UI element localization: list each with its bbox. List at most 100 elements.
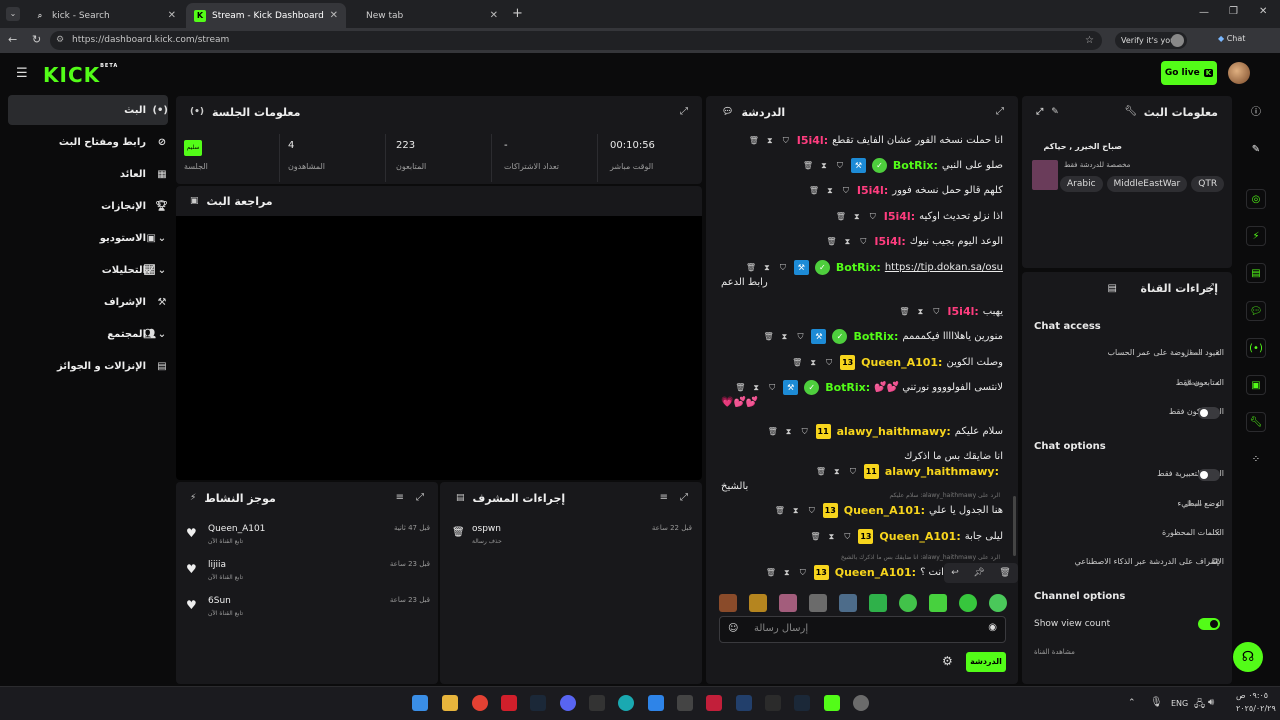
emote-7[interactable] (899, 594, 917, 612)
sidebar-item-analytics[interactable]: ⌄ التحليلات 📈︎ (8, 255, 168, 285)
emote-10[interactable] (989, 594, 1007, 612)
start-icon[interactable] (412, 695, 428, 711)
maximize-icon[interactable]: ❐ (1229, 6, 1238, 17)
timeout-icon[interactable]: ⧗ (826, 529, 836, 544)
sidebar-item-achievements[interactable]: 🏆︎ الإنجازات (8, 191, 168, 221)
tab-kick-dashboard[interactable]: K Stream - Kick Dashboard ✕ (186, 3, 346, 28)
edit-icon[interactable]: ✎ (1246, 140, 1266, 160)
edge-icon[interactable] (618, 695, 634, 711)
chat-scrollbar[interactable] (1013, 496, 1016, 556)
sidebar-item-stream-key[interactable]: ⊘ رابط ومفتاح البث (8, 127, 168, 157)
shield-icon[interactable]: ⛉ (807, 503, 817, 518)
timeout-icon[interactable]: ⧗ (779, 329, 789, 344)
close-icon[interactable]: ✕ (330, 10, 338, 21)
shield-icon[interactable]: ⛉ (767, 380, 777, 395)
chat-username[interactable]: Queen_A101: (879, 529, 960, 544)
chat-username[interactable]: I5i4l: (857, 183, 888, 198)
network-icon[interactable]: 🖧︎ (1194, 697, 1205, 714)
app-icon[interactable] (677, 695, 693, 711)
volume-icon[interactable]: 🔊︎ (1208, 697, 1214, 708)
delete-icon[interactable]: 🗑︎ (810, 529, 820, 544)
site-info-icon[interactable]: ⚙ (56, 31, 64, 50)
edit-pencil-icon[interactable]: ✎ (1051, 107, 1059, 117)
filter-icon[interactable]: ≡ (660, 492, 668, 503)
sidebar-item-stream[interactable]: (•) البث (8, 95, 168, 125)
delete-icon[interactable]: 🗑︎ (749, 133, 759, 148)
filter-icon[interactable]: ≡ (396, 492, 404, 503)
shield-icon[interactable]: ⛉ (800, 424, 810, 439)
chat-message[interactable]: https://tip.dokan.sa/osu 🗑︎ ⧗ ⛉ ⚒ ✓ BotRix: راب… (721, 260, 1003, 290)
go-live-button[interactable]: Go live K (1161, 61, 1217, 85)
app-f-icon[interactable] (648, 695, 664, 711)
chat-settings-gear-icon[interactable]: ⚙ (942, 654, 953, 668)
timeout-icon[interactable]: ⧗ (782, 565, 792, 580)
chat-username[interactable]: BotRix: (853, 329, 898, 344)
reply-icon[interactable]: ↩ (951, 568, 959, 578)
chat-username[interactable]: I5i4l: (874, 234, 905, 249)
emote-8[interactable] (929, 594, 947, 612)
expand-icon[interactable]: ⤢ (680, 492, 688, 503)
emote-2[interactable] (749, 594, 767, 612)
mic-icon[interactable]: 🎙︎ (1150, 697, 1163, 708)
chat-message[interactable]: انا حملت نسخه الفور عشان الفايف تقطع 🗑︎ ⧗ ⛉… (721, 133, 1003, 148)
kick-logo[interactable]: KICKBETA (43, 63, 118, 87)
delete-icon[interactable]: 🗑︎ (999, 568, 1010, 578)
reload-icon[interactable]: ↻ (32, 33, 41, 46)
expand-icon[interactable]: ⤢ (416, 492, 424, 503)
close-icon[interactable]: ✕ (168, 10, 176, 21)
emote-6[interactable] (869, 594, 887, 612)
hamburger-menu-icon[interactable]: ☰ (16, 66, 28, 81)
chat-message[interactable]: منورين ياهلااااا فيكمممم 🗑︎ ⧗ ⛉ ⚒ ✓ BotRix: (721, 329, 1003, 344)
chat-username[interactable]: BotRix: (825, 380, 870, 395)
shield-icon[interactable]: ⛉ (835, 158, 845, 173)
chat-text[interactable]: https://tip.dokan.sa/osu (885, 262, 1003, 273)
shield-icon[interactable]: ⛉ (778, 260, 788, 275)
emote-3[interactable] (779, 594, 797, 612)
steam-icon[interactable] (530, 695, 546, 711)
delete-icon[interactable]: 🗑︎ (792, 355, 802, 370)
shield-icon[interactable]: ⛉ (931, 304, 941, 319)
timeout-icon[interactable]: ⧗ (791, 503, 801, 518)
apps-icon[interactable]: ⁘ (1246, 450, 1266, 470)
delete-icon[interactable]: 🗑︎ (763, 329, 773, 344)
chat-bubble-icon[interactable]: 💬︎ (1246, 301, 1266, 321)
chat-message[interactable]: صلو على النبي 🗑︎ ⧗ ⛉ ⚒ ✓ BotRix: (721, 158, 1003, 173)
subscribers-only-toggle[interactable] (1198, 407, 1220, 419)
tag-chip[interactable]: QTR (1191, 176, 1225, 192)
timeout-icon[interactable]: ⧗ (842, 234, 852, 249)
delete-icon[interactable]: 🗑︎ (768, 424, 778, 439)
chat-message[interactable]: هنا الجدول يا علي 🗑︎ ⧗ ⛉ 13 Queen_A101: (721, 503, 1003, 518)
chat-message[interactable]: لانتسى الفولوووو نورتني 💕💕 🗑︎ ⧗ ⛉ ⚒ ✓ BotRix: 💕… (721, 380, 1003, 410)
delete-icon[interactable]: 🗑︎ (826, 234, 836, 249)
delete-icon[interactable]: 🗑︎ (809, 183, 819, 198)
chat-username[interactable]: BotRix: (893, 158, 938, 173)
broadcast-icon[interactable]: (•) (1246, 338, 1266, 358)
delete-icon[interactable]: 🗑︎ (766, 565, 776, 580)
chat-username[interactable]: Queen_A101: (835, 565, 916, 580)
shield-icon[interactable]: ⛉ (841, 183, 851, 198)
show-view-count-toggle[interactable] (1198, 618, 1220, 630)
emote-4[interactable] (809, 594, 827, 612)
sidebar-item-studio[interactable]: ⌄ الاستوديو ▣ (8, 223, 168, 253)
app-icon[interactable] (853, 695, 869, 711)
delete-icon[interactable]: 🗑︎ (735, 380, 745, 395)
emote-only-toggle[interactable] (1198, 469, 1220, 481)
focus-icon[interactable]: ◎ (1246, 189, 1266, 209)
chat-message[interactable]: اذا نزلو تحديث اوكيه 🗑︎ ⧗ ⛉ I5i4l: (721, 209, 1003, 224)
document-icon[interactable]: ▤ (1246, 263, 1266, 283)
chat-username[interactable]: BotRix: (836, 260, 881, 275)
timeout-icon[interactable]: ⧗ (825, 183, 835, 198)
expand-icon[interactable]: ⤢ (996, 106, 1004, 117)
emoji-picker-icon[interactable]: ☺ (728, 623, 738, 634)
timeout-icon[interactable]: ⧗ (915, 304, 925, 319)
support-headset-icon[interactable]: ☊ (1233, 642, 1263, 672)
tag-chip[interactable]: MiddleEastWar (1106, 176, 1188, 192)
lightning-icon[interactable]: ⚡︎ (1246, 226, 1266, 246)
file-explorer-icon[interactable] (442, 695, 458, 711)
chat-username[interactable]: Queen_A101: (861, 355, 942, 370)
timeout-icon[interactable]: ⧗ (762, 260, 772, 275)
wrench-icon[interactable]: 🔧︎ (1246, 412, 1266, 432)
shield-icon[interactable]: ⛉ (795, 329, 805, 344)
bookmark-star-icon[interactable]: ☆ (1085, 31, 1094, 50)
verify-profile-button[interactable]: Verify it's you (1115, 32, 1187, 49)
